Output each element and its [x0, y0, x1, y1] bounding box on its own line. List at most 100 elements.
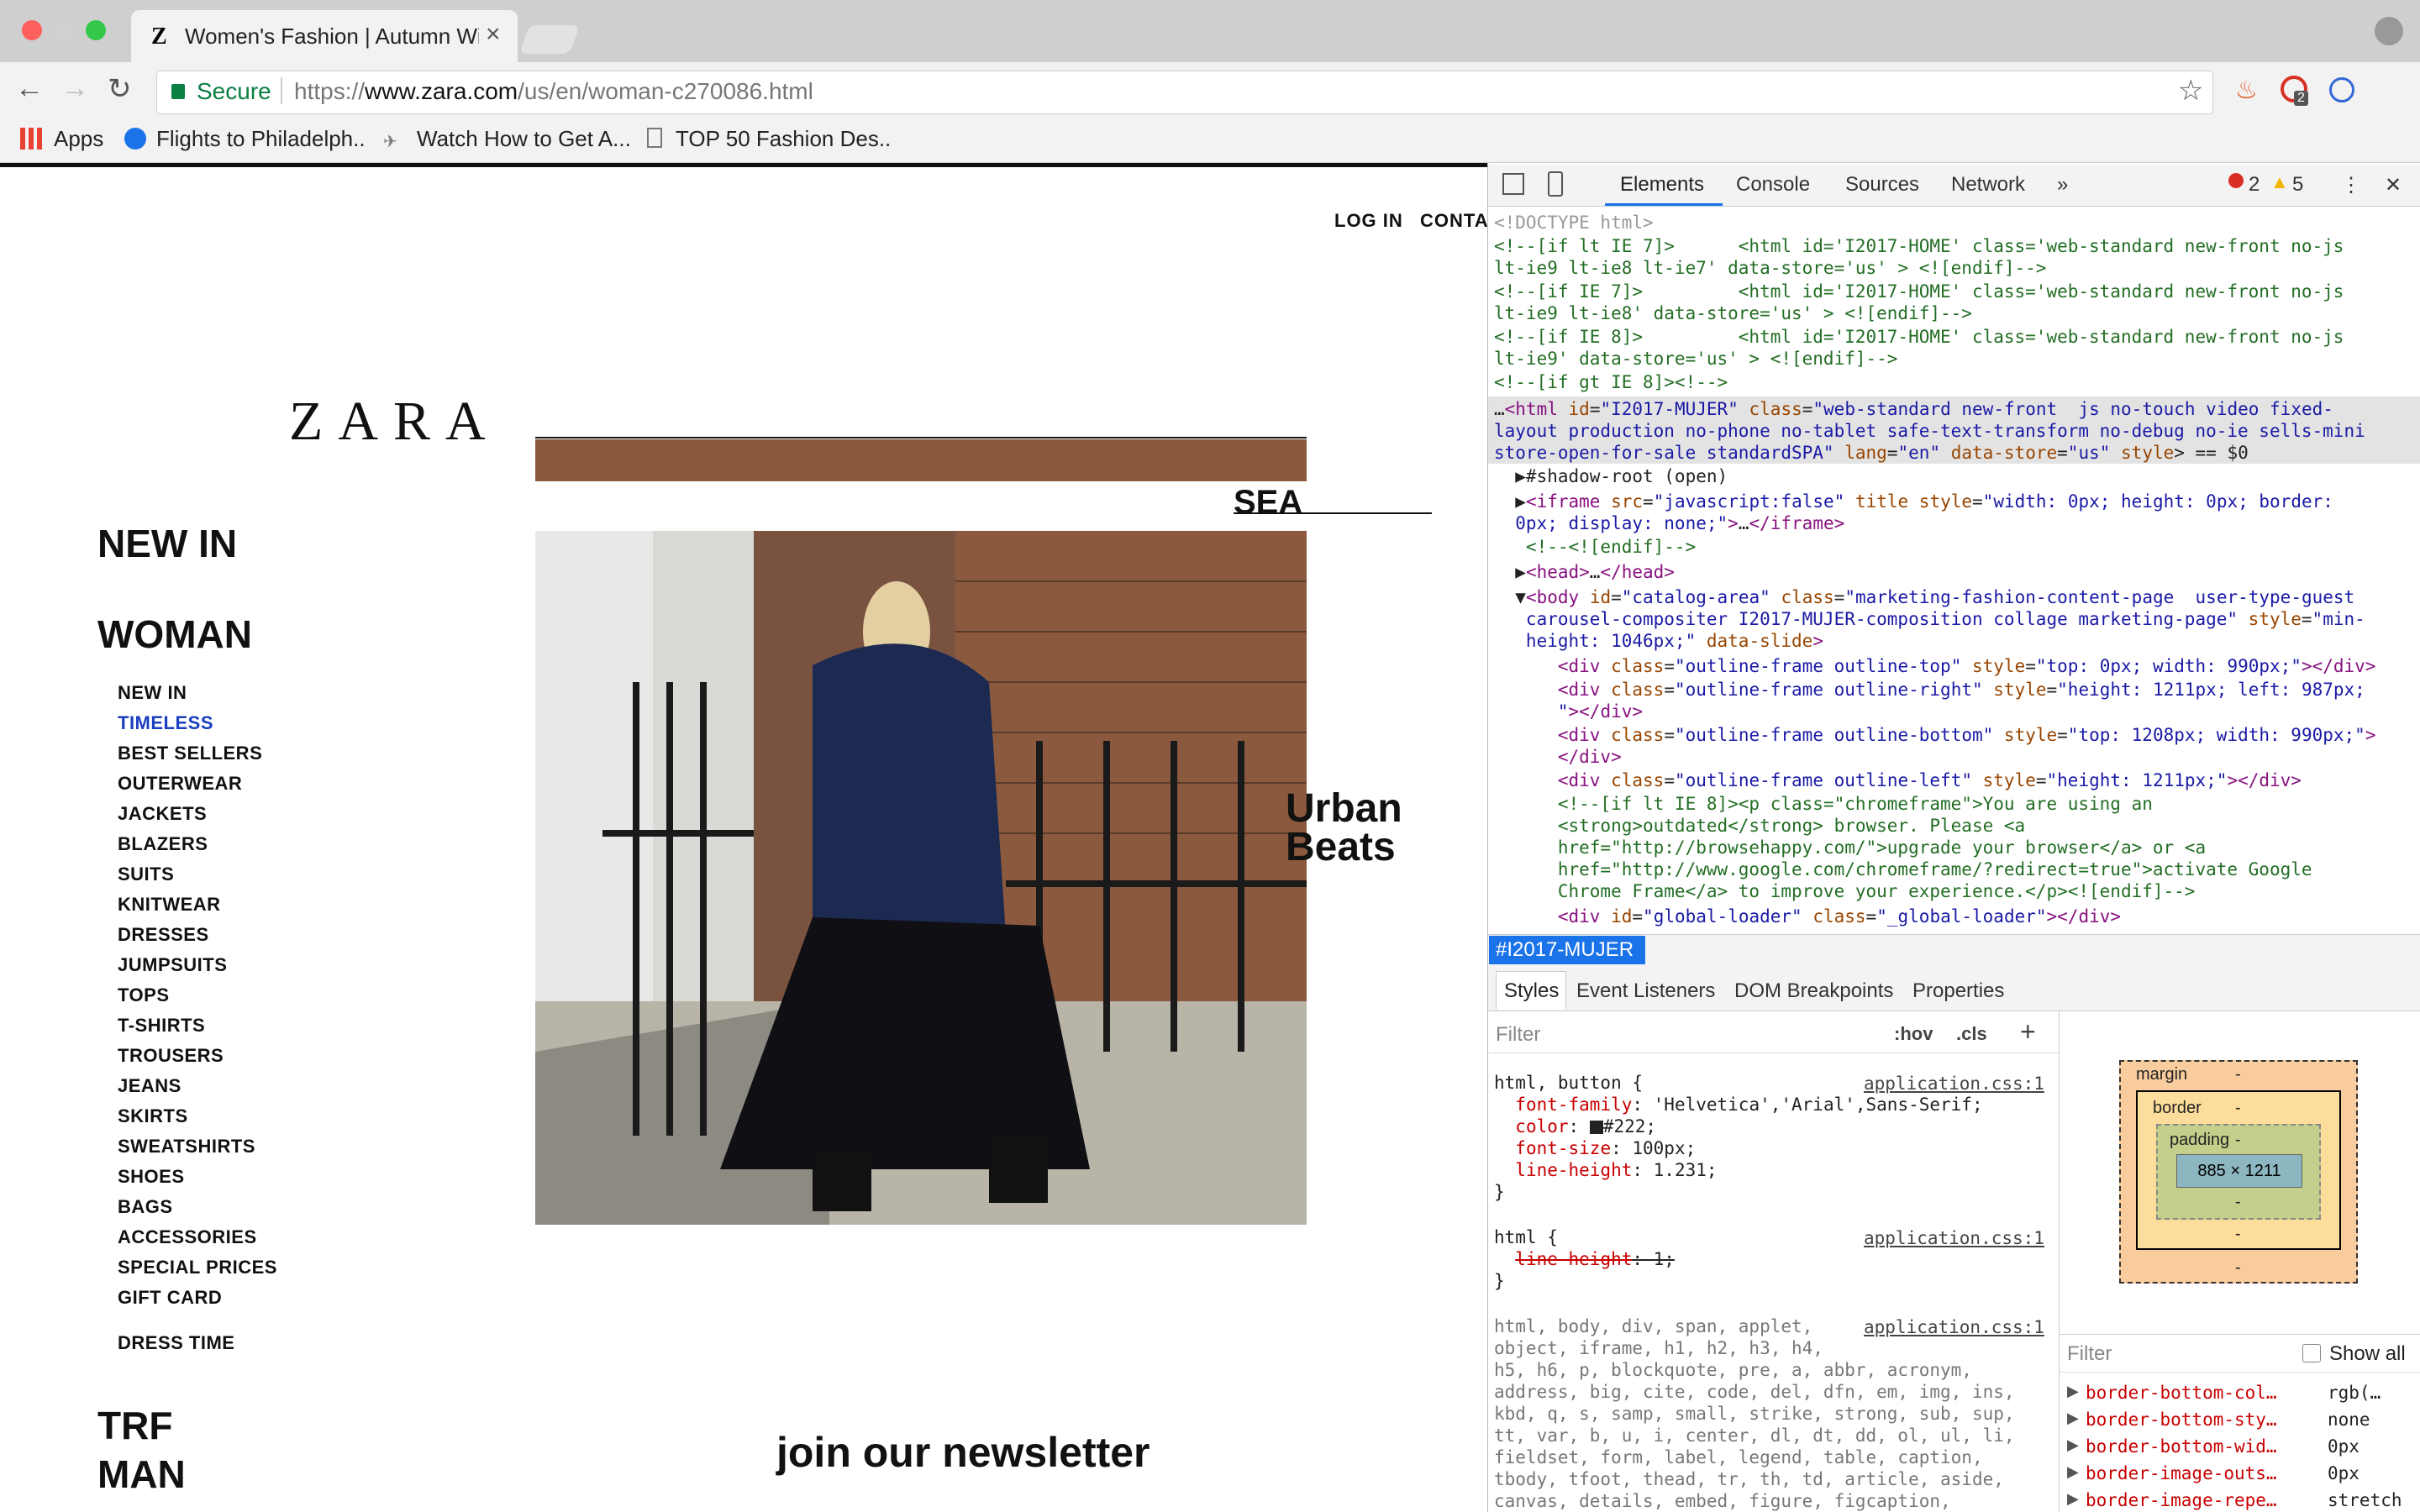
category-link-dresses[interactable]: DRESSES: [118, 924, 209, 946]
category-link-timeless[interactable]: TIMELESS: [118, 712, 213, 734]
extension-block-icon[interactable]: [2329, 77, 2354, 102]
category-link-suits[interactable]: SUITS: [118, 864, 174, 885]
body-line[interactable]: ▼<body id="catalog-area" class="marketin…: [1494, 586, 2365, 652]
add-rule-icon[interactable]: +: [2020, 1016, 2036, 1047]
iframe-line[interactable]: ▶<iframe src="javascript:false" title st…: [1494, 491, 2333, 534]
css-source-link-2[interactable]: application.css:1: [1864, 1228, 2044, 1248]
tab-elements[interactable]: Elements: [1620, 173, 1704, 197]
urban-beats-title[interactable]: Urban Beats: [1286, 789, 1402, 868]
category-link-blazers[interactable]: BLAZERS: [118, 833, 208, 855]
expand-arrow-icon[interactable]: ▶: [2067, 1463, 2079, 1481]
newsletter-heading[interactable]: join our newsletter: [776, 1428, 1150, 1477]
category-link-skirts[interactable]: SKIRTS: [118, 1105, 188, 1127]
computed-property[interactable]: border-bottom-col…: [2086, 1383, 2277, 1403]
tab-console[interactable]: Console: [1736, 173, 1810, 197]
expand-arrow-icon[interactable]: ▶: [2067, 1410, 2079, 1427]
search-link[interactable]: SEA: [1234, 484, 1302, 522]
gtie8-comment-line[interactable]: <!--[if gt IE 8]><!-->: [1494, 371, 1728, 393]
more-tabs-icon[interactable]: »: [2057, 173, 2068, 197]
expand-arrow-icon[interactable]: ▶: [2067, 1436, 2079, 1454]
category-link-accessories[interactable]: ACCESSORIES: [118, 1226, 257, 1248]
bookmark-flights[interactable]: Flights to Philadelph..: [156, 126, 366, 152]
device-toolbar-icon[interactable]: [1548, 171, 1563, 197]
profile-icon[interactable]: [2375, 17, 2403, 45]
computed-filter-input[interactable]: Filter: [2067, 1342, 2112, 1366]
tab-close-icon[interactable]: ×: [486, 20, 501, 49]
category-link-shoes[interactable]: SHOES: [118, 1166, 185, 1188]
category-link-knitwear[interactable]: KNITWEAR: [118, 894, 221, 916]
ie7b-comment-line[interactable]: <!--[if IE 7]> <html id='I2017-HOME' cla…: [1494, 281, 2344, 324]
computed-property[interactable]: border-image-repe…: [2086, 1490, 2277, 1510]
class-toggle[interactable]: .cls: [1956, 1023, 1987, 1045]
nav-new-in-heading[interactable]: NEW IN: [97, 521, 237, 566]
css-rule-reset[interactable]: html, body, div, span, applet, object, i…: [1494, 1315, 2015, 1512]
ie8-comment-line[interactable]: <!--[if IE 8]> <html id='I2017-HOME' cla…: [1494, 326, 2344, 370]
bookmark-top50[interactable]: TOP 50 Fashion Des..: [676, 126, 891, 152]
global-loader-line[interactable]: <div id="global-loader" class="_global-l…: [1494, 906, 2121, 927]
styles-filter-input[interactable]: Filter: [1496, 1023, 1540, 1047]
nav-man-heading[interactable]: MAN: [97, 1452, 186, 1497]
bookmark-star-icon[interactable]: ☆: [2178, 74, 2203, 108]
bookmark-apps[interactable]: Apps: [54, 126, 103, 152]
tab-properties[interactable]: Properties: [1912, 979, 2004, 1003]
reload-icon[interactable]: ↻: [108, 72, 132, 106]
css-rule-html[interactable]: html { line-height: 1; }: [1494, 1226, 1675, 1292]
head-line[interactable]: ▶<head>…</head>: [1494, 561, 1675, 583]
css-source-link-1[interactable]: application.css:1: [1864, 1074, 2044, 1094]
endif-comment-line[interactable]: <!--<![endif]-->: [1494, 536, 1696, 558]
tab-sources[interactable]: Sources: [1845, 173, 1919, 197]
category-link-trousers[interactable]: TROUSERS: [118, 1045, 224, 1067]
tab-dom-breakpoints[interactable]: DOM Breakpoints: [1734, 979, 1893, 1003]
outline-bottom-line[interactable]: <div class="outline-frame outline-bottom…: [1494, 724, 2376, 768]
outline-left-line[interactable]: <div class="outline-frame outline-left" …: [1494, 769, 2302, 791]
zoom-window-button[interactable]: [86, 20, 106, 40]
category-link-outerwear[interactable]: OUTERWEAR: [118, 773, 242, 795]
devtools-close-icon[interactable]: ✕: [2385, 173, 2402, 197]
computed-property[interactable]: border-image-outs…: [2086, 1463, 2277, 1483]
category-link-new-in[interactable]: NEW IN: [118, 682, 187, 704]
tab-network[interactable]: Network: [1951, 173, 2025, 197]
chromeframe-comment-line[interactable]: <!--[if lt IE 8]><p class="chromeframe">…: [1494, 793, 2312, 902]
category-link-jeans[interactable]: JEANS: [118, 1075, 182, 1097]
url-text[interactable]: https://www.zara.com/us/en/woman-c270086…: [294, 78, 813, 105]
nav-trf-heading[interactable]: TRF: [97, 1403, 172, 1448]
hero-image-strip[interactable]: [535, 439, 1307, 481]
warning-count[interactable]: 5: [2292, 173, 2303, 197]
category-link-jackets[interactable]: JACKETS: [118, 803, 207, 825]
computed-property[interactable]: border-bottom-sty…: [2086, 1410, 2277, 1430]
error-count[interactable]: 2: [2249, 173, 2260, 197]
doctype-line[interactable]: <!DOCTYPE html>: [1494, 212, 1654, 234]
close-window-button[interactable]: [22, 20, 42, 40]
tab-event-listeners[interactable]: Event Listeners: [1576, 979, 1715, 1003]
hero-image[interactable]: [535, 531, 1307, 1225]
category-link-special-prices[interactable]: SPECIAL PRICES: [118, 1257, 277, 1278]
zara-logo[interactable]: ZARA: [289, 390, 501, 454]
shadow-root-line[interactable]: ▶#shadow-root (open): [1494, 465, 1728, 487]
login-link[interactable]: LOG IN: [1334, 210, 1403, 232]
dress-time-link[interactable]: DRESS TIME: [118, 1332, 234, 1354]
contact-link[interactable]: CONTA: [1420, 210, 1489, 232]
computed-property[interactable]: border-bottom-wid…: [2086, 1436, 2277, 1457]
back-icon[interactable]: ←: [15, 72, 44, 105]
category-link-gift-card[interactable]: GIFT CARD: [118, 1287, 222, 1309]
forward-icon[interactable]: →: [60, 72, 89, 105]
minimize-window-button[interactable]: [54, 20, 74, 40]
show-all-checkbox[interactable]: [2302, 1344, 2321, 1362]
outline-top-line[interactable]: <div class="outline-frame outline-top" s…: [1494, 655, 2376, 677]
tab-styles[interactable]: Styles: [1504, 979, 1559, 1003]
inspect-element-icon[interactable]: [1502, 173, 1524, 195]
category-link-bags[interactable]: BAGS: [118, 1196, 173, 1218]
ie7-comment-line[interactable]: <!--[if lt IE 7]> <html id='I2017-HOME' …: [1494, 235, 2344, 279]
category-link-jumpsuits[interactable]: JUMPSUITS: [118, 954, 227, 976]
category-link-t-shirts[interactable]: T-SHIRTS: [118, 1015, 205, 1037]
outline-right-line[interactable]: <div class="outline-frame outline-right"…: [1494, 679, 2365, 722]
pane-divider[interactable]: [2059, 1011, 2060, 1512]
category-link-tops[interactable]: TOPS: [118, 984, 170, 1006]
nav-woman-heading[interactable]: WOMAN: [97, 612, 252, 657]
expand-arrow-icon[interactable]: ▶: [2067, 1383, 2079, 1400]
bookmark-watch[interactable]: Watch How to Get A...: [417, 126, 631, 152]
hover-toggle[interactable]: :hov: [1894, 1023, 1933, 1045]
category-link-sweatshirts[interactable]: SWEATSHIRTS: [118, 1136, 255, 1158]
box-model-content[interactable]: 885 × 1211: [2176, 1154, 2302, 1188]
expand-arrow-icon[interactable]: ▶: [2067, 1490, 2079, 1508]
